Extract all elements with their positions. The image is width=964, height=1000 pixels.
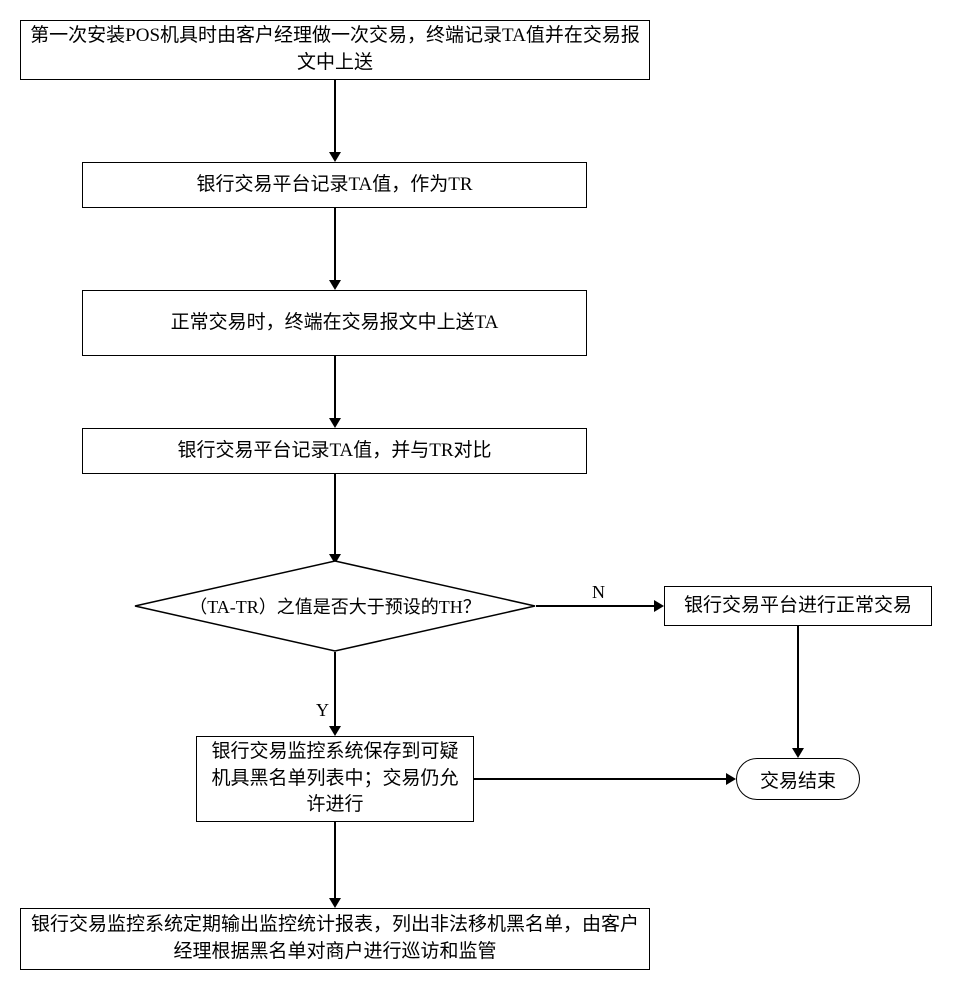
- flow-arrow: [334, 474, 336, 556]
- flow-node-label: 银行交易平台进行正常交易: [684, 593, 912, 620]
- flow-node-label: 银行交易监控系统保存到可疑机具黑名单列表中；交易仍允许进行: [205, 739, 465, 819]
- flow-node-label: 银行交易平台记录TA值，并与TR对比: [177, 438, 491, 465]
- flow-node-label: 银行交易平台记录TA值，作为TR: [196, 172, 472, 199]
- arrow-head-icon: [329, 152, 341, 162]
- arrow-head-icon: [329, 726, 341, 736]
- flow-node-normal-send-ta: 正常交易时，终端在交易报文中上送TA: [82, 290, 587, 356]
- arrow-head-icon: [654, 600, 664, 612]
- edge-label-yes: Y: [316, 700, 329, 721]
- flow-node-blacklist-save: 银行交易监控系统保存到可疑机具黑名单列表中；交易仍允许进行: [196, 736, 474, 822]
- flow-node-label: 交易结束: [760, 766, 836, 793]
- flow-arrow: [536, 605, 656, 607]
- flow-node-label: （TA-TR）之值是否大于预设的TH？: [134, 560, 536, 652]
- flow-arrow: [797, 626, 799, 750]
- flow-node-normal-trade: 银行交易平台进行正常交易: [664, 586, 932, 626]
- arrow-head-icon: [726, 773, 736, 785]
- flow-node-record-tr: 银行交易平台记录TA值，作为TR: [82, 162, 587, 208]
- flow-node-label: 银行交易监控系统定期输出监控统计报表，列出非法移机黑名单，由客户经理根据黑名单对…: [29, 912, 641, 965]
- flow-arrow: [334, 652, 336, 728]
- flow-arrow: [334, 80, 336, 154]
- flow-node-install: 第一次安装POS机具时由客户经理做一次交易，终端记录TA值并在交易报文中上送: [20, 20, 650, 80]
- flow-arrow: [334, 208, 336, 282]
- flow-node-compare-tr: 银行交易平台记录TA值，并与TR对比: [82, 428, 587, 474]
- flow-node-label: 第一次安装POS机具时由客户经理做一次交易，终端记录TA值并在交易报文中上送: [29, 23, 641, 76]
- edge-label-no: N: [592, 582, 605, 603]
- flow-arrow: [334, 356, 336, 420]
- flow-arrow: [474, 778, 728, 780]
- arrow-head-icon: [792, 748, 804, 758]
- arrow-head-icon: [329, 280, 341, 290]
- flow-terminator-end: 交易结束: [736, 758, 860, 800]
- flow-node-label: 正常交易时，终端在交易报文中上送TA: [171, 310, 499, 337]
- arrow-head-icon: [329, 418, 341, 428]
- flow-arrow: [334, 822, 336, 900]
- flow-node-report-output: 银行交易监控系统定期输出监控统计报表，列出非法移机黑名单，由客户经理根据黑名单对…: [20, 908, 650, 970]
- flow-decision-threshold: （TA-TR）之值是否大于预设的TH？: [134, 560, 536, 652]
- arrow-head-icon: [329, 898, 341, 908]
